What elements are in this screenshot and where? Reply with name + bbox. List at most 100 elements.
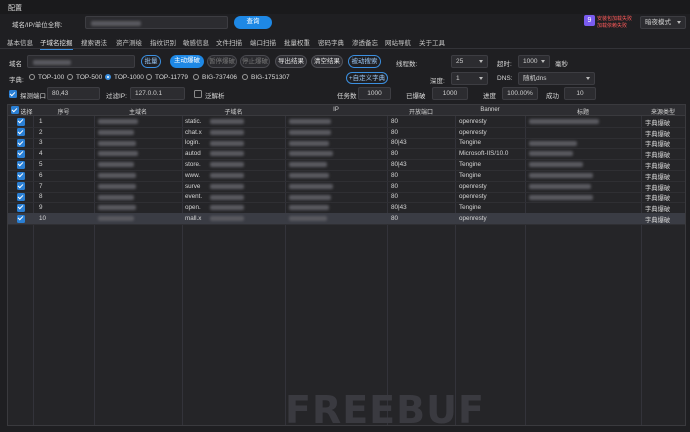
- subdomain-redacted: [210, 216, 244, 222]
- col-select[interactable]: 选择: [20, 107, 33, 116]
- row-subdomain: static.: [185, 117, 202, 125]
- row-checkbox[interactable]: [17, 149, 25, 158]
- col-subdomain[interactable]: 子域名: [182, 107, 285, 116]
- dns-select[interactable]: 随机dns: [518, 72, 595, 85]
- tab-basic-info[interactable]: 基本信息: [7, 37, 33, 47]
- row-index: 3: [39, 139, 43, 147]
- row-checkbox[interactable]: [17, 128, 25, 137]
- col-open-ports[interactable]: 开放端口: [387, 107, 455, 116]
- col-ip[interactable]: IP: [285, 107, 387, 113]
- row-source-type: 字典爆破: [645, 216, 671, 224]
- row-source-type: 字典爆破: [645, 152, 671, 160]
- row-open-ports: 80|43: [391, 139, 407, 147]
- col-banner[interactable]: Banner: [455, 107, 525, 113]
- domain-input[interactable]: [27, 55, 135, 68]
- radio-big1751307-label: BIG-1751307: [251, 74, 290, 81]
- pan-resolve-label: 泛解析: [205, 93, 225, 100]
- radio-big737406[interactable]: [193, 74, 199, 80]
- custom-dict-button[interactable]: +自定义字典: [346, 72, 388, 84]
- tab-pentest-notes[interactable]: 渗透备忘: [352, 37, 378, 47]
- row-checkbox[interactable]: [17, 117, 25, 126]
- row-banner: openresty: [459, 214, 487, 222]
- active-brute-button[interactable]: 主动爆破: [170, 55, 204, 68]
- title-bar: 配置: [0, 0, 690, 14]
- batch-button[interactable]: 批量: [141, 55, 161, 68]
- table-row[interactable]: 10 mall.x 80 openresty 字典爆破: [8, 213, 685, 225]
- dns-label: DNS:: [497, 75, 513, 82]
- radio-top11779[interactable]: [146, 74, 152, 80]
- row-checkbox[interactable]: [17, 139, 25, 148]
- row-index: 8: [39, 193, 43, 201]
- broken-value: 1000: [432, 87, 468, 100]
- filter-ip-input[interactable]: 127.0.0.1: [130, 87, 185, 100]
- row-checkbox[interactable]: [17, 171, 25, 180]
- tab-fingerprint[interactable]: 指纹识别: [150, 37, 176, 47]
- task-count-value: 1000: [358, 87, 391, 100]
- export-results-button[interactable]: 导出结果: [275, 55, 307, 68]
- ip-redacted: [289, 151, 333, 157]
- ip-redacted: [289, 119, 331, 124]
- passive-search-button[interactable]: 被动搜索: [348, 55, 381, 68]
- row-banner: openresty: [459, 128, 487, 136]
- ip-redacted: [289, 216, 327, 222]
- success-label: 成功: [546, 93, 559, 100]
- tab-password-dict[interactable]: 密码字典: [318, 37, 344, 47]
- row-banner: openresty: [459, 182, 487, 190]
- row-checkbox[interactable]: [17, 182, 25, 191]
- tab-site-nav[interactable]: 网站导航: [385, 37, 411, 47]
- col-source-type[interactable]: 来源类型: [641, 107, 685, 116]
- theme-select[interactable]: 暗夜模式: [640, 16, 686, 29]
- threads-select[interactable]: 25: [451, 55, 488, 68]
- tab-batch-weight[interactable]: 批量权重: [284, 37, 310, 47]
- row-subdomain: autod: [185, 150, 201, 158]
- col-main-domain[interactable]: 主域名: [94, 107, 182, 116]
- row-checkbox[interactable]: [17, 160, 25, 169]
- window-title: 配置: [8, 5, 22, 12]
- promo-text-2: 加载依赖失败: [597, 23, 628, 29]
- tab-port-scan[interactable]: 端口扫描: [250, 37, 276, 47]
- row-open-ports: 80: [391, 150, 399, 158]
- row-open-ports: 80: [391, 171, 399, 179]
- probe-port-input[interactable]: 80,43: [47, 87, 100, 100]
- tab-search-syntax[interactable]: 搜索语法: [81, 37, 107, 47]
- ip-redacted: [289, 205, 329, 211]
- domain-query-input[interactable]: [85, 16, 228, 29]
- tab-asset-mapping[interactable]: 资产测绘: [116, 37, 142, 47]
- probe-port-checkbox[interactable]: [9, 90, 17, 98]
- radio-top1000[interactable]: [105, 74, 111, 80]
- progress-value: 100.00%: [502, 87, 538, 100]
- main-domain-redacted: [98, 140, 136, 146]
- radio-top11779-label: TOP-11779: [155, 74, 189, 81]
- tab-file-scan[interactable]: 文件扫描: [216, 37, 242, 47]
- pause-brute-button[interactable]: 暂停爆破: [207, 55, 237, 68]
- radio-top100-label: TOP-100: [38, 74, 65, 81]
- depth-select[interactable]: 1: [451, 72, 488, 85]
- row-open-ports: 80|43: [391, 204, 407, 212]
- task-count-label: 任务数: [337, 93, 357, 100]
- radio-big1751307[interactable]: [242, 74, 248, 80]
- domain-query-label: 域名/IP/单位全称:: [12, 22, 63, 29]
- row-checkbox[interactable]: [17, 214, 25, 223]
- clear-results-button[interactable]: 清空结果: [311, 55, 343, 68]
- tab-sensitive-info[interactable]: 敏感信息: [183, 37, 209, 47]
- select-all-checkbox[interactable]: [11, 106, 19, 114]
- timeout-select[interactable]: 1000: [518, 55, 550, 68]
- row-checkbox[interactable]: [17, 203, 25, 212]
- radio-top100[interactable]: [29, 74, 35, 80]
- row-banner: Tengine: [459, 139, 482, 147]
- tab-about-tools[interactable]: 关于工具: [419, 37, 445, 47]
- row-source-type: 字典爆破: [645, 206, 671, 214]
- main-domain-redacted: [98, 194, 134, 200]
- tab-divider: [0, 48, 690, 49]
- radio-top500[interactable]: [67, 74, 73, 80]
- col-index[interactable]: 序号: [33, 107, 94, 116]
- query-button[interactable]: 查询: [234, 16, 272, 29]
- title-redacted: [529, 162, 583, 168]
- row-banner: Microsoft-IIS/10.0: [459, 150, 509, 158]
- row-checkbox[interactable]: [17, 193, 25, 202]
- row-index: 6: [39, 171, 43, 179]
- row-source-type: 字典爆破: [645, 141, 671, 149]
- pan-resolve-checkbox[interactable]: [194, 90, 202, 98]
- stop-brute-button[interactable]: 停止爆破: [240, 55, 270, 68]
- col-title[interactable]: 标题: [525, 107, 641, 116]
